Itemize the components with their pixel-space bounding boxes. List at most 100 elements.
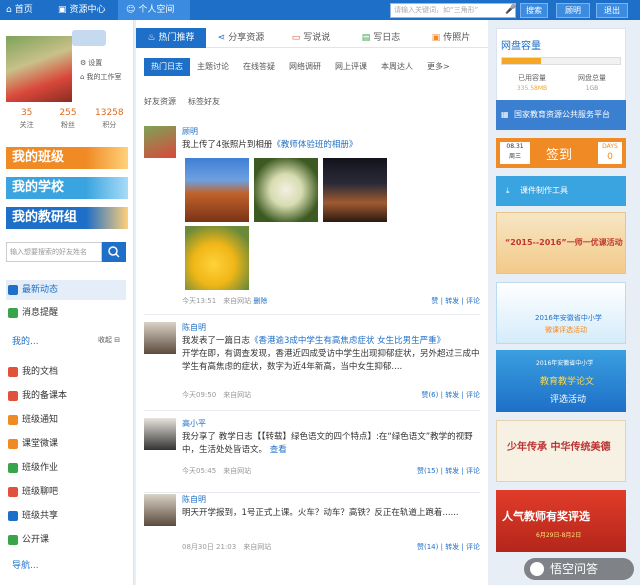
post-text: 我分享了 教学日志【【转载】绿色语文的四个特点】:在“绿色语文”教学的视野中，生… — [182, 431, 480, 457]
subtab-more[interactable]: 更多> — [420, 58, 457, 76]
like-button[interactable]: 赞(15) — [417, 467, 438, 475]
logout-button[interactable]: 退出 — [596, 3, 628, 18]
filter-friend-resources[interactable]: 好友资源 — [144, 96, 176, 107]
menu-latest-activity[interactable]: 最新动态 — [6, 280, 126, 300]
user-name-button[interactable]: 顾明 — [556, 3, 590, 18]
tab-label: 传照片 — [443, 33, 471, 43]
post-time: 今天13:51 — [182, 297, 217, 305]
post-excerpt: 开学在即，有调查发现，香港近四成受访中学生出现抑郁症状，另外超过三成中学生有高焦… — [182, 349, 480, 372]
sign-in-widget[interactable]: 08.31 周三 签到 DAYS 0 — [496, 138, 626, 168]
profile-avatar[interactable] — [6, 36, 72, 102]
post-author[interactable]: 顾明 — [182, 126, 198, 137]
album-link[interactable]: 《教师体验班的相册》 — [272, 140, 357, 150]
nav-home[interactable]: ⌂ 首页 — [6, 0, 46, 20]
my-school-banner[interactable]: 我的学校 — [6, 177, 128, 199]
comment-button[interactable]: 评论 — [466, 467, 480, 475]
my-class-label: 我的班级 — [12, 150, 65, 165]
promo-teacher-vote-banner[interactable]: 人气教师有奖评选 6月29日-8月2日 — [496, 490, 626, 552]
like-button[interactable]: 赞 — [431, 297, 438, 305]
forward-button[interactable]: 转发 — [445, 297, 459, 305]
promo-teacher-vote-text: 人气教师有奖评选 — [502, 510, 590, 523]
forward-button[interactable]: 转发 — [445, 391, 459, 399]
menu-micro-lessons[interactable]: 课堂微课 — [6, 434, 126, 454]
filter-tag-friends[interactable]: 标签好友 — [188, 96, 220, 107]
forward-button[interactable]: 转发 — [445, 467, 459, 475]
sign-date-box: 08.31 周三 — [500, 142, 530, 164]
notebook-icon — [8, 391, 18, 401]
post-author[interactable]: 陈自明 — [182, 322, 206, 333]
my-class-banner[interactable]: 我的班级 — [6, 147, 128, 169]
my-school-label: 我的学校 — [12, 180, 65, 195]
menu-class-homework[interactable]: 班级作业 — [6, 458, 126, 478]
promo-tradition-banner[interactable]: 少年传承 中华传统美德 — [496, 420, 626, 482]
menu-message-alerts[interactable]: 消息提醒 — [6, 303, 126, 323]
workroom-link[interactable]: ⌂ 我的工作室 — [80, 72, 121, 82]
menu-class-notice[interactable]: 班级通知 — [6, 410, 126, 430]
courseware-tool-link[interactable]: ⤓ 课件制作工具 — [496, 176, 626, 206]
menu-my-lesson-plans[interactable]: 我的备课本 — [6, 386, 126, 406]
tab-write-status[interactable]: ▭ 写说说 — [276, 28, 346, 48]
microphone-icon[interactable]: 🎤 — [505, 4, 516, 16]
post-text: 我上传了4张照片到相册《教师体验班的相册》 — [182, 139, 480, 152]
post-author[interactable]: 高小平 — [182, 418, 206, 429]
menu-class-share[interactable]: 班级共享 — [6, 506, 126, 526]
photo-desert[interactable] — [185, 158, 249, 222]
tab-share-resource[interactable]: ⋖ 分享资源 — [206, 28, 276, 48]
collapse-toggle[interactable]: 收起 ⊟ — [98, 335, 120, 345]
stat-points[interactable]: 13258 积分 — [89, 108, 130, 134]
nav-personal-space[interactable]: ☺ 个人空间 — [118, 0, 190, 20]
nav-personal-label: 个人空间 — [138, 5, 175, 15]
photo-hydrangea[interactable] — [254, 158, 318, 222]
post-avatar[interactable] — [144, 494, 176, 526]
stat-follow[interactable]: 35 关注 — [6, 108, 47, 134]
search-input[interactable]: 请输入关键词，如“三角形” — [390, 3, 516, 18]
settings-link[interactable]: ⚙ 设置 — [80, 58, 102, 68]
stat-fans[interactable]: 255 粉丝 — [47, 108, 88, 134]
delete-link[interactable]: 删除 — [253, 297, 267, 305]
comment-button[interactable]: 评论 — [466, 391, 480, 399]
friend-search-input[interactable]: 输入想要搜索的好友姓名 — [6, 242, 102, 262]
promo-paper-banner[interactable]: 2016年安徽省中小学 教育教学论文 评选活动 — [496, 350, 626, 412]
photo-lighthouse[interactable] — [323, 158, 387, 222]
like-button[interactable]: 赞(14) — [417, 543, 438, 551]
edu-platform-link[interactable]: ▦ 国家教育资源公共服务平台 — [496, 100, 626, 130]
subtab-weekly-star[interactable]: 本周达人 — [374, 58, 420, 76]
post-body: 我分享了 教学日志【【转载】绿色语文的四个特点】:在“绿色语文”教学的视野中，生… — [182, 432, 473, 455]
friend-search-button[interactable] — [102, 242, 126, 262]
subtab-hot-blogs[interactable]: 热门日志 — [144, 58, 190, 76]
tab-write-blog[interactable]: ▤ 写日志 — [346, 28, 416, 48]
my-research-group-banner[interactable]: 我的教研组 — [6, 207, 128, 229]
class-illustration — [86, 147, 128, 169]
post-avatar[interactable] — [144, 322, 176, 354]
view-link[interactable]: 查看 — [270, 445, 287, 455]
search-button[interactable]: 搜索 — [520, 3, 548, 18]
tab-label: 写说说 — [303, 33, 331, 43]
subtab-online-survey[interactable]: 网络调研 — [282, 58, 328, 76]
divider — [144, 410, 480, 411]
subtab-topic-discussion[interactable]: 主题讨论 — [190, 58, 236, 76]
menu-my-documents[interactable]: 我的文档 — [6, 362, 126, 382]
tab-hot-recommend[interactable]: ♨ 热门推荐 — [136, 28, 206, 48]
profile-name-blurred — [72, 30, 106, 46]
post-author[interactable]: 陈自明 — [182, 494, 206, 505]
promo-micro-lesson-banner[interactable]: 2016年安徽省中小学 微课评选活动 — [496, 282, 626, 344]
promo-one-teacher-banner[interactable]: “2015--2016”一师一优课活动 — [496, 212, 626, 274]
blog-link[interactable]: 《香港逾3成中学生有高焦虑症状 女生比男生严重》 — [250, 336, 445, 346]
post-avatar[interactable] — [144, 126, 176, 158]
post-avatar[interactable] — [144, 418, 176, 450]
subtab-online-qa[interactable]: 在线答疑 — [236, 58, 282, 76]
menu-message-alerts-label: 消息提醒 — [22, 308, 59, 318]
post-actions: 赞(15) | 转发 | 评论 — [417, 467, 480, 475]
forward-button[interactable]: 转发 — [445, 543, 459, 551]
photo-tulips[interactable] — [185, 226, 249, 290]
tab-upload-photo[interactable]: ▣ 传照片 — [416, 28, 486, 48]
nav-resource-center[interactable]: ▣ 资源中心 — [58, 0, 114, 20]
post-actions: 赞 | 转发 | 评论 — [431, 297, 480, 305]
menu-class-chat[interactable]: 班级聊吧 — [6, 482, 126, 502]
menu-open-class[interactable]: 公开课 — [6, 530, 126, 550]
comment-button[interactable]: 评论 — [466, 297, 480, 305]
comment-button[interactable]: 评论 — [466, 543, 480, 551]
like-button[interactable]: 赞(6) — [421, 391, 438, 399]
subtab-online-review[interactable]: 网上评课 — [328, 58, 374, 76]
chat-icon — [8, 487, 18, 497]
